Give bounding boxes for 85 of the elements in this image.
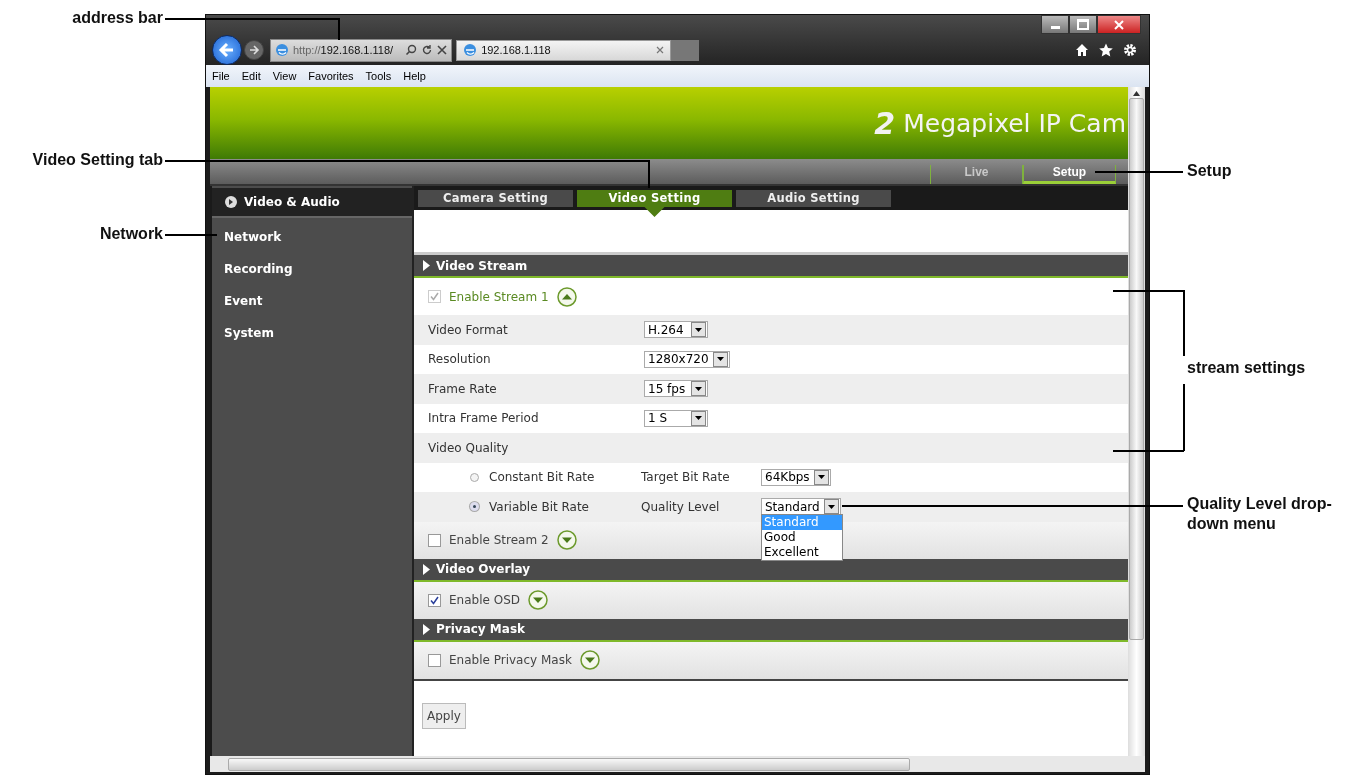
new-tab-button[interactable] bbox=[671, 39, 700, 61]
close-icon[interactable] bbox=[656, 46, 665, 54]
expand-icon[interactable] bbox=[556, 530, 577, 550]
checkbox[interactable] bbox=[428, 533, 441, 547]
caret-icon bbox=[695, 327, 702, 332]
callout-label: Video Setting tab bbox=[31, 150, 163, 170]
checkbox[interactable] bbox=[428, 653, 441, 667]
maximize-button[interactable] bbox=[1069, 15, 1097, 34]
field-label: Quality Level bbox=[641, 499, 721, 514]
callout-label: Network bbox=[98, 224, 163, 244]
expand-icon[interactable] bbox=[528, 590, 548, 610]
field-label: Intra Frame Period bbox=[428, 411, 540, 426]
field-label: Frame Rate bbox=[428, 381, 498, 396]
close-icon bbox=[1114, 19, 1124, 30]
triangle-icon bbox=[423, 623, 430, 635]
dropdown[interactable]: 15 fps bbox=[644, 380, 708, 398]
radio-label: Variable Bit Rate bbox=[489, 499, 590, 514]
sidebar-item[interactable]: Recording bbox=[212, 253, 412, 285]
section-header[interactable]: Video Overlay bbox=[414, 558, 1128, 582]
horizontal-scrollbar[interactable] bbox=[210, 756, 1145, 772]
caret-icon bbox=[695, 416, 702, 421]
menu-item[interactable]: Help bbox=[403, 70, 426, 82]
settings-tab[interactable]: Video Setting bbox=[577, 190, 732, 217]
scroll-up-icon[interactable] bbox=[1133, 91, 1140, 96]
menu-item[interactable]: File bbox=[212, 70, 230, 82]
field-label: Video Format bbox=[428, 322, 509, 337]
triangle-icon bbox=[423, 260, 430, 271]
caret-icon bbox=[817, 475, 825, 480]
back-arrow-icon bbox=[218, 41, 236, 59]
sidebar-item[interactable]: System bbox=[212, 317, 412, 349]
menu-item[interactable]: Favorites bbox=[308, 70, 354, 82]
radio-label: Constant Bit Rate bbox=[489, 470, 596, 485]
menu-item[interactable]: View bbox=[272, 70, 297, 82]
callout-label: Setup bbox=[1187, 161, 1232, 181]
checkbox[interactable] bbox=[428, 593, 441, 607]
forward-arrow-icon bbox=[248, 44, 260, 56]
sidebar-item[interactable]: Video & Audio bbox=[212, 188, 412, 218]
section-header[interactable]: Video Stream bbox=[414, 255, 1128, 278]
apply-button[interactable]: Apply bbox=[422, 702, 466, 729]
sidebar-item[interactable]: Network bbox=[212, 221, 412, 253]
caret-icon bbox=[827, 504, 835, 509]
browser-tab[interactable]: 192.168.1.118 bbox=[456, 39, 672, 61]
search-icon[interactable] bbox=[405, 44, 418, 56]
banner-title: Megapixel IP Cam bbox=[903, 108, 1126, 138]
dropdown[interactable]: 1280x720 bbox=[644, 350, 730, 368]
field-label: Target Bit Rate bbox=[641, 470, 731, 485]
settings-icon[interactable] bbox=[1123, 43, 1137, 57]
minimize-button[interactable] bbox=[1041, 15, 1069, 34]
checkbox-label: Enable Stream 2 bbox=[449, 533, 549, 547]
vertical-scrollbar[interactable] bbox=[1128, 87, 1145, 756]
close-button[interactable] bbox=[1097, 15, 1141, 34]
field-label: Resolution bbox=[428, 352, 492, 367]
star-icon[interactable] bbox=[1099, 43, 1113, 57]
field-label: Video Quality bbox=[428, 440, 510, 455]
address-bar[interactable]: http://192.168.1.118/ bbox=[270, 38, 453, 62]
stop-icon[interactable] bbox=[437, 45, 448, 55]
dropdown-option[interactable]: Excellent bbox=[762, 545, 842, 561]
callout-label: Quality Level drop-down menu bbox=[1187, 494, 1333, 534]
home-icon[interactable] bbox=[1075, 43, 1089, 57]
refresh-icon[interactable] bbox=[421, 44, 434, 56]
tab-title: 192.168.1.118 bbox=[481, 44, 552, 56]
logo-mark: 2 bbox=[874, 105, 896, 141]
forward-button[interactable] bbox=[244, 40, 264, 60]
expand-icon[interactable] bbox=[579, 650, 600, 670]
checkbox-label: Enable OSD bbox=[449, 593, 520, 607]
back-button[interactable] bbox=[212, 35, 242, 65]
callout-label: stream settings bbox=[1187, 358, 1306, 378]
menu-item[interactable]: Edit bbox=[241, 70, 261, 82]
section-header[interactable]: Privacy Mask bbox=[414, 618, 1128, 642]
callout-label: address bar bbox=[71, 8, 163, 28]
settings-tab[interactable]: Camera Setting bbox=[418, 190, 573, 207]
arrow-circle-icon bbox=[224, 195, 238, 209]
dropdown[interactable]: 64Kbps bbox=[761, 468, 831, 486]
caret-icon bbox=[716, 357, 724, 362]
checkbox-label: Enable Privacy Mask bbox=[449, 653, 572, 667]
settings-tab[interactable]: Audio Setting bbox=[736, 190, 891, 207]
caret-icon bbox=[695, 386, 702, 391]
menu-item[interactable]: Tools bbox=[365, 70, 392, 82]
sidebar-item[interactable]: Event bbox=[212, 285, 412, 317]
radio-button[interactable] bbox=[470, 472, 479, 482]
checkbox-label: Enable Stream 1 bbox=[449, 289, 549, 304]
dropdown[interactable]: H.264 bbox=[644, 321, 708, 339]
triangle-icon bbox=[423, 563, 430, 575]
dropdown-option[interactable]: Good bbox=[762, 530, 842, 546]
dropdown[interactable]: 1 S bbox=[644, 409, 708, 427]
